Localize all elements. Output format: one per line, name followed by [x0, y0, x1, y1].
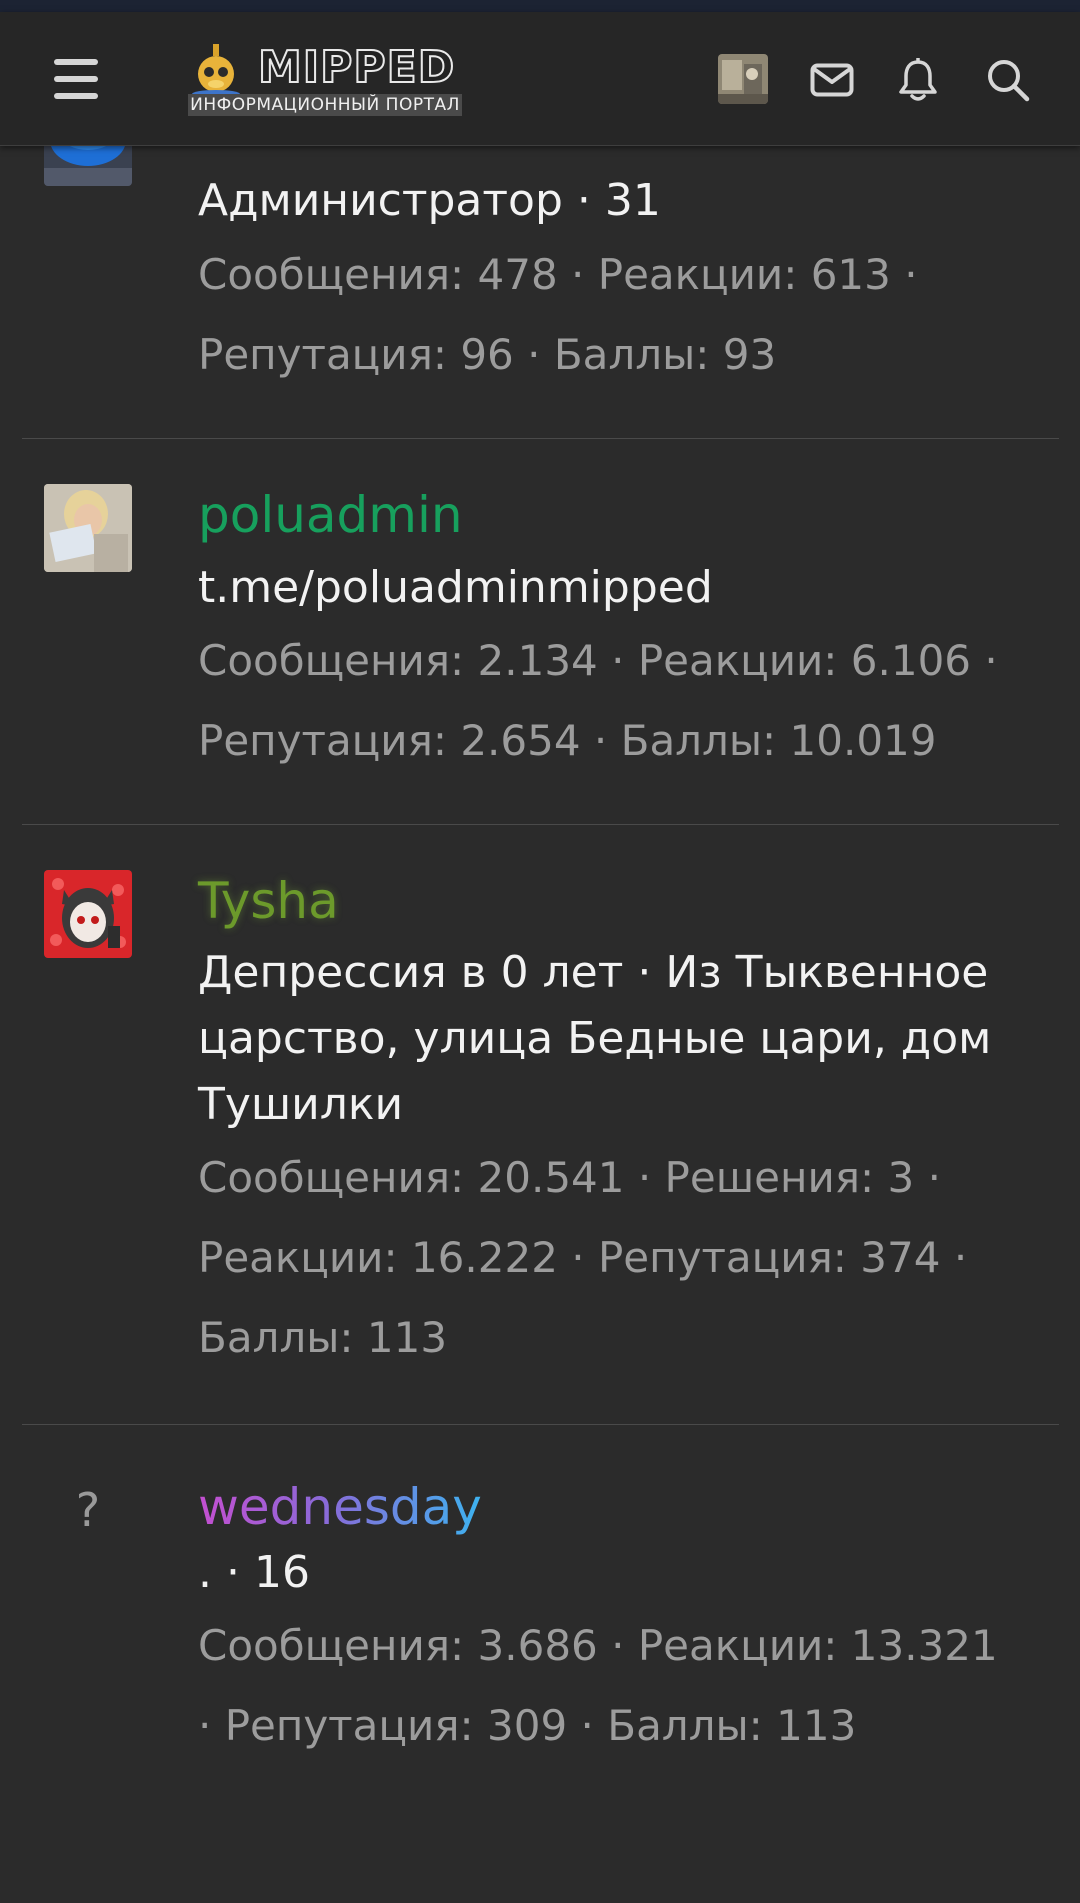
avatar-image: [44, 484, 132, 572]
hamburger-icon[interactable]: [52, 59, 102, 99]
alerts-icon-glyph: [899, 58, 937, 101]
row-divider: [22, 824, 1059, 825]
search-icon[interactable]: [978, 50, 1038, 110]
member-stats: Сообщения: 20.541 · Решения: 3 · Реакции…: [198, 1153, 968, 1362]
member-avatar-placeholder[interactable]: ?: [44, 1466, 132, 1554]
member-avatar[interactable]: [44, 484, 132, 572]
site-logo[interactable]: MIPPED ИНФОРМАЦИОННЫЙ ПОРТАЛ: [186, 41, 466, 120]
member-title: t.me/poluadminmipped: [198, 562, 713, 613]
member-username[interactable]: poluadmin: [198, 486, 463, 544]
logo-subtitle: ИНФОРМАЦИОННЫЙ ПОРТАЛ: [188, 94, 462, 116]
member-avatar[interactable]: [44, 870, 132, 958]
member-stats: Сообщения: 2.134 · Реакции: 6.106 · Репу…: [198, 636, 998, 765]
row-divider: [22, 438, 1059, 439]
user-avatar[interactable]: [718, 54, 768, 104]
site-header: MIPPED ИНФОРМАЦИОННЫЙ ПОРТАЛ: [0, 12, 1080, 146]
member-title: . · 16: [198, 1547, 310, 1598]
messages-icon-glyph: [810, 63, 854, 97]
member-stats: Сообщения: 3.686 · Реакции: 13.321 · Реп…: [198, 1621, 998, 1750]
envelope-icon[interactable]: [802, 50, 862, 110]
logo-title: MIPPED: [257, 41, 456, 94]
avatar-placeholder-text: ?: [75, 1483, 101, 1537]
member-stats: Сообщения: 478 · Реакции: 613 · Репутаци…: [198, 250, 918, 379]
search-icon-glyph: [988, 60, 1030, 102]
member-username[interactable]: Tysha: [198, 872, 339, 930]
row-divider: [22, 1424, 1059, 1425]
top-strip: [0, 0, 1080, 12]
member-username[interactable]: wednesday: [198, 1478, 482, 1536]
bell-icon[interactable]: [888, 50, 948, 110]
avatar-image: [44, 870, 132, 958]
member-title: Депрессия в 0 лет · Из Тыквенное царство…: [198, 947, 992, 1130]
member-title: Администратор · 31: [198, 175, 661, 226]
avatar-image: [718, 54, 768, 104]
logo-mascot-icon: [192, 44, 240, 98]
